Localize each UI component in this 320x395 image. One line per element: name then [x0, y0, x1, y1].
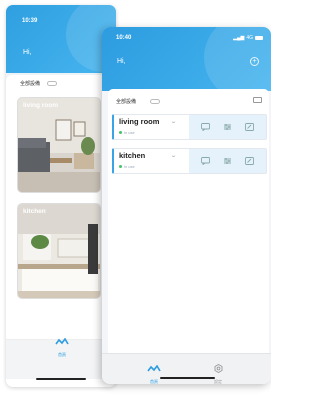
room-status: in use — [119, 130, 135, 135]
greeting: Hi, — [117, 58, 126, 65]
back-device-tabs[interactable]: 全部設備 — [20, 80, 58, 87]
room-name: living room — [119, 117, 160, 126]
back-room-label-living-room: living room — [23, 102, 59, 109]
back-status-time: 10:39 — [22, 18, 38, 24]
battery-icon — [255, 36, 263, 40]
back-greeting: Hi, — [23, 49, 32, 56]
tab-settings[interactable]: 設定 — [210, 360, 226, 384]
room-name: kitchen — [119, 151, 146, 160]
device-tabs: 全部設備 — [116, 98, 161, 105]
sliders-icon[interactable] — [223, 123, 232, 131]
room-actions — [189, 115, 266, 139]
back-tab-pill[interactable] — [47, 81, 58, 87]
back-room-card-kitchen[interactable]: kitchen — [17, 203, 101, 299]
main-content: 全部設備 living room in use ⌄ kitchen in use — [108, 89, 269, 369]
tab-home[interactable]: 首頁 — [147, 360, 161, 384]
tab-pill-toggle[interactable] — [150, 99, 161, 104]
back-tab-home[interactable]: 首頁 — [52, 333, 72, 358]
chevron-down-icon[interactable]: ⌄ — [170, 152, 177, 159]
back-room-card-living-room[interactable]: living room — [17, 97, 101, 193]
app-screenshots-composite: 10:39 Hi, 全部設備 living room kitchen 首頁 10… — [0, 0, 271, 395]
chevron-down-icon[interactable]: ⌄ — [170, 118, 177, 125]
room-card-kitchen[interactable]: kitchen in use ⌄ — [112, 148, 267, 174]
front-header: 10:40 ▂▄▆ 4G Hi, + — [102, 27, 271, 100]
signal-icon: ▂▄▆ — [233, 35, 245, 41]
bottom-tab-bar — [102, 353, 271, 384]
add-device-icon[interactable]: + — [250, 57, 259, 66]
back-phone-screen: 10:39 Hi, — [6, 5, 116, 387]
home-indicator — [160, 377, 215, 379]
edit-icon[interactable] — [244, 123, 254, 131]
chat-icon[interactable] — [201, 123, 211, 131]
home-logo-icon — [55, 337, 69, 345]
room-actions — [189, 149, 266, 173]
back-tab-home-label: 首頁 — [58, 352, 66, 357]
sliders-icon[interactable] — [223, 157, 232, 165]
status-time: 10:40 — [116, 35, 132, 41]
living-room-photo — [18, 98, 100, 192]
chat-icon[interactable] — [201, 157, 211, 165]
folder-icon[interactable] — [253, 97, 262, 103]
status-indicators: ▂▄▆ 4G — [233, 35, 263, 41]
tab-home-label: 首頁 — [150, 379, 158, 384]
room-status: in use — [119, 164, 135, 169]
back-room-label-kitchen: kitchen — [23, 208, 46, 215]
front-phone-screen: 10:40 ▂▄▆ 4G Hi, + 全部設備 living room in u… — [102, 27, 271, 384]
edit-icon[interactable] — [244, 157, 254, 165]
home-logo-icon — [147, 364, 161, 372]
network-label: 4G — [246, 35, 253, 41]
kitchen-photo — [18, 204, 100, 298]
back-header: 10:39 Hi, — [6, 5, 116, 73]
back-all-devices-tab[interactable]: 全部設備 — [20, 81, 40, 87]
back-home-indicator — [36, 378, 86, 380]
tab-settings-label: 設定 — [214, 379, 222, 384]
room-card-living-room[interactable]: living room in use ⌄ — [112, 114, 267, 140]
gear-icon — [214, 363, 222, 374]
tab-all-devices[interactable]: 全部設備 — [116, 98, 136, 105]
